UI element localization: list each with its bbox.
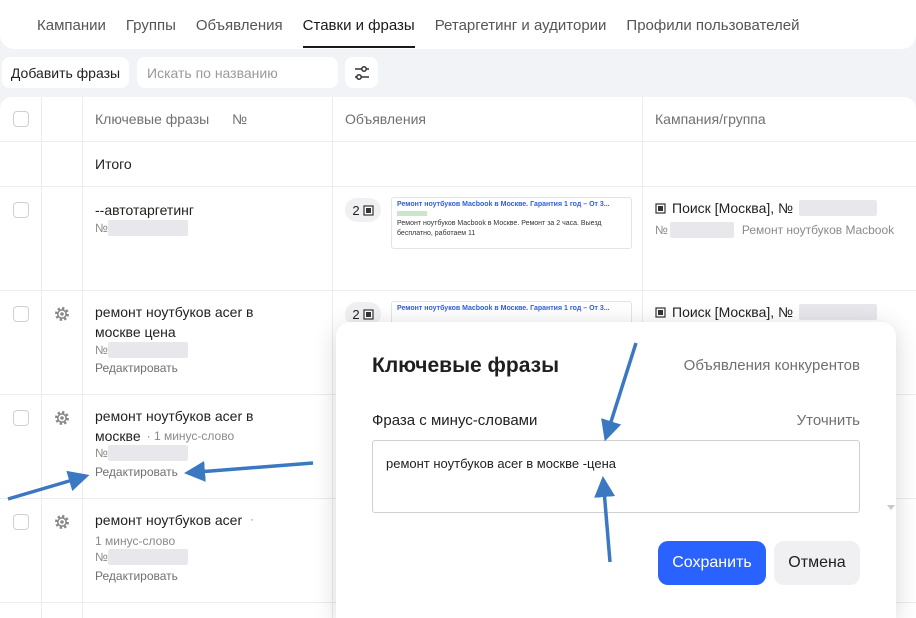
phrase-text: --автотаргетинг (95, 202, 194, 218)
edit-link[interactable]: Редактировать (95, 569, 178, 583)
header-campaign: Кампания/группа (655, 111, 766, 127)
phrase-text: ремонт ноутбуков acer в москве · 1 минус… (95, 406, 295, 446)
phrase-number: № (95, 220, 188, 236)
campaign-name[interactable]: Поиск [Москва], № (655, 304, 878, 320)
refine-link[interactable]: Уточнить (797, 412, 860, 429)
phrase-text: ремонт ноутбуков acer в москве цена (95, 304, 254, 340)
ad-count-badge[interactable]: 2 (345, 198, 381, 222)
number-prefix: № (95, 446, 108, 460)
tab-ads[interactable]: Объявления (196, 0, 283, 49)
redacted-number (107, 220, 188, 236)
tab-retargeting[interactable]: Ретаргетинг и аудитории (435, 0, 607, 49)
edit-link[interactable]: Редактировать (95, 361, 178, 375)
gear-icon[interactable] (53, 409, 71, 427)
ad-image-icon (363, 204, 374, 216)
column-divider (332, 97, 333, 618)
ad-url-bar (397, 211, 427, 216)
keyword-edit-popup: Ключевые фразы Объявления конкурентов Фр… (336, 322, 896, 618)
ad-title: Ремонт ноутбуков Macbook в Москве. Гаран… (397, 201, 610, 208)
minus-words-count[interactable]: 1 минус-слово (95, 532, 175, 550)
header-ads: Объявления (345, 111, 426, 127)
filter-icon (354, 65, 369, 80)
redacted-number (107, 342, 188, 358)
header-phrases[interactable]: Ключевые фразы (95, 111, 209, 127)
phrase-text: ремонт ноутбуков acer · (95, 510, 295, 530)
campaign-icon (655, 306, 666, 318)
save-button[interactable]: Сохранить (658, 541, 766, 585)
add-phrases-button[interactable]: Добавить фразы (2, 57, 129, 88)
cancel-button[interactable]: Отмена (774, 541, 860, 585)
scroll-down-icon[interactable] (887, 505, 895, 511)
group-name[interactable]: Ремонт ноутбуков Macbook (742, 223, 894, 237)
popup-title: Ключевые фразы (372, 354, 560, 377)
search-input[interactable] (137, 57, 338, 88)
ad-image-icon (363, 308, 374, 320)
column-divider (41, 97, 42, 618)
minus-words-count[interactable]: · 1 минус-слово (147, 427, 235, 445)
gear-icon[interactable] (53, 513, 71, 531)
tabs-bar: Кампании Группы Объявления Ставки и фраз… (0, 0, 916, 49)
campaign-name[interactable]: Поиск [Москва], № (655, 200, 878, 216)
total-label: Итого (95, 156, 132, 172)
group-info: № Ремонт ноутбуков Macbook (655, 222, 894, 238)
competitors-ads-link[interactable]: Объявления конкурентов (684, 357, 860, 374)
tab-user-profiles[interactable]: Профили пользователей (626, 0, 799, 49)
edit-link[interactable]: Редактировать (95, 465, 178, 479)
ad-preview[interactable]: Ремонт ноутбуков Macbook в Москве. Гаран… (391, 197, 632, 249)
phrase-number: № (95, 342, 188, 358)
row-checkbox[interactable] (13, 306, 29, 322)
phrase-number: № (95, 549, 188, 565)
phrase-line: ремонт ноутбуков acer в (95, 408, 254, 424)
ad-count: 2 (352, 202, 360, 218)
number-prefix: № (95, 550, 108, 564)
row-divider (0, 141, 916, 142)
phrase-line: ремонт ноутбуков acer (95, 512, 243, 528)
tab-groups[interactable]: Группы (126, 0, 176, 49)
ad-count: 2 (352, 306, 360, 322)
redacted-campaign-id (799, 200, 878, 216)
gear-icon[interactable] (53, 305, 71, 323)
campaign-label: Поиск [Москва], № (672, 200, 794, 216)
row-divider (0, 290, 916, 291)
filter-button[interactable] (345, 57, 378, 88)
phrase-line: москве (95, 428, 141, 444)
number-prefix: № (95, 343, 108, 357)
tab-campaigns[interactable]: Кампании (37, 0, 106, 49)
redacted-campaign-id (799, 304, 878, 320)
row-divider (0, 186, 916, 187)
redacted-number (107, 549, 188, 565)
number-prefix: № (95, 221, 108, 235)
row-checkbox[interactable] (13, 202, 29, 218)
header-number[interactable]: № (232, 111, 247, 127)
redacted-number (107, 445, 188, 461)
ad-title: Ремонт ноутбуков Macbook в Москве. Гаран… (397, 305, 610, 312)
campaign-label: Поиск [Москва], № (672, 304, 794, 320)
group-prefix: № (655, 223, 668, 237)
phrase-field-label: Фраза с минус-словами (372, 412, 538, 429)
row-checkbox[interactable] (13, 514, 29, 530)
separator-dot: · (250, 512, 255, 526)
tab-bids-phrases[interactable]: Ставки и фразы (302, 0, 415, 49)
phrase-textarea[interactable]: ремонт ноутбуков acer в москве -цена (372, 440, 860, 513)
phrase-number: № (95, 445, 188, 461)
campaign-icon (655, 202, 666, 214)
row-checkbox[interactable] (13, 410, 29, 426)
redacted-group-id (669, 222, 734, 238)
column-divider (82, 97, 83, 618)
select-all-checkbox[interactable] (13, 111, 29, 127)
ad-description: Ремонт ноутбуков Macbook в Москве. Ремон… (397, 220, 602, 237)
